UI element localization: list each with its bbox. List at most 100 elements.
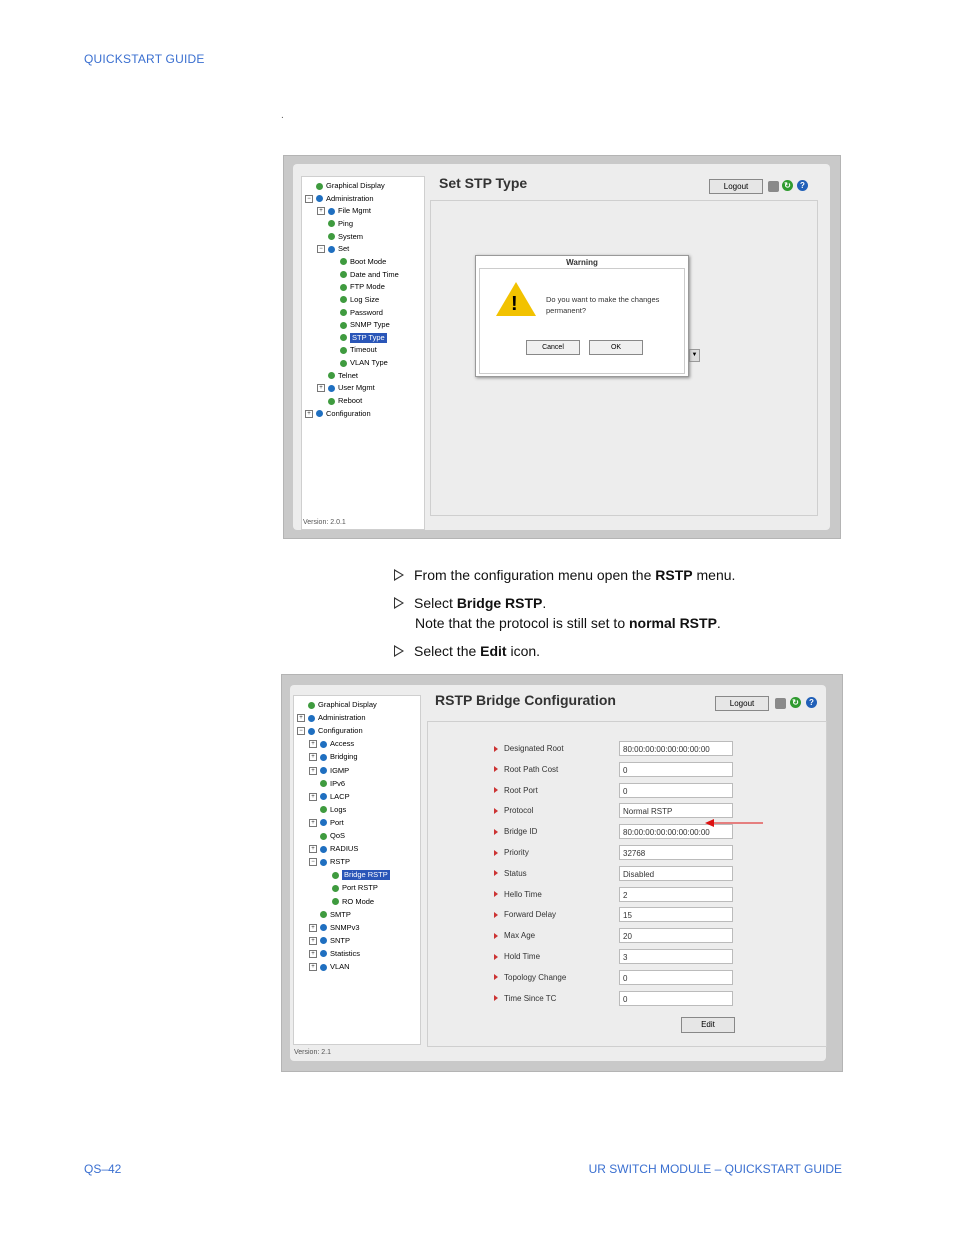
node-icon — [308, 701, 315, 709]
tree-item[interactable]: + Administration — [297, 713, 366, 723]
field-label: Status — [494, 869, 527, 878]
node-icon — [332, 884, 339, 892]
expand-icon[interactable]: + — [309, 766, 317, 775]
bullet-arrow-icon — [494, 932, 498, 939]
help-icon[interactable]: ? — [806, 697, 817, 708]
field-label-text: Hello Time — [504, 889, 542, 899]
tree-item[interactable]: Reboot — [317, 396, 362, 406]
tree-item[interactable]: VLAN Type — [329, 358, 388, 368]
node-icon — [328, 372, 335, 380]
expand-icon[interactable]: + — [309, 949, 317, 958]
refresh-icon[interactable]: ↻ — [782, 180, 793, 191]
tree-item-label: Administration — [318, 713, 366, 723]
field-value: 3 — [619, 949, 733, 964]
tree-item[interactable]: RO Mode — [321, 897, 374, 907]
tree-item[interactable]: Port RSTP — [321, 883, 378, 893]
node-icon — [328, 397, 335, 405]
tree-item[interactable]: FTP Mode — [329, 282, 385, 292]
tree-item[interactable]: − Administration — [305, 194, 374, 204]
field-value: 20 — [619, 928, 733, 944]
tree-item[interactable]: + User Mgmt — [317, 383, 375, 393]
expand-icon[interactable]: + — [309, 963, 317, 971]
node-icon — [320, 753, 327, 761]
tree-item[interactable]: + RADIUS — [309, 844, 358, 854]
node-icon — [320, 858, 327, 866]
step-text: . — [542, 595, 547, 611]
node-icon — [328, 207, 335, 215]
expand-icon[interactable]: + — [297, 714, 305, 723]
tree-item[interactable]: − RSTP — [309, 857, 350, 867]
node-icon — [340, 334, 347, 342]
node-icon — [320, 911, 327, 919]
expand-icon[interactable]: + — [309, 923, 317, 932]
node-icon — [320, 950, 327, 958]
expand-icon[interactable]: + — [309, 792, 317, 801]
tree-item[interactable]: Graphical Display — [297, 700, 377, 710]
dropdown-arrow-icon[interactable]: ▼ — [689, 349, 700, 362]
tree-item[interactable]: STP Type — [329, 332, 387, 343]
tree-item[interactable]: Telnet — [317, 371, 358, 381]
tree-item-label: SNMP Type — [350, 320, 390, 330]
tree-item[interactable]: Bridge RSTP — [321, 870, 390, 881]
tree-item[interactable]: QoS — [309, 831, 345, 841]
collapse-icon[interactable]: − — [309, 858, 317, 867]
tree-item[interactable]: + File Mgmt — [317, 206, 371, 216]
logout-button[interactable]: Logout — [715, 696, 769, 711]
tree-item[interactable]: − Set — [317, 244, 349, 254]
expand-icon[interactable]: + — [309, 845, 317, 854]
expand-icon[interactable]: + — [309, 936, 317, 945]
bullet-arrow-icon — [494, 766, 498, 773]
help-icon[interactable]: ? — [797, 180, 808, 191]
expand-icon[interactable]: + — [309, 740, 317, 749]
tree-item[interactable]: Date and Time — [329, 270, 399, 280]
tree-item[interactable]: + LACP — [309, 792, 350, 802]
collapse-icon[interactable]: − — [317, 245, 325, 254]
field-label: Priority — [494, 848, 529, 857]
tree-item[interactable]: + SNTP — [309, 936, 350, 946]
tree-item[interactable]: + VLAN — [309, 962, 350, 972]
logout-button[interactable]: Logout — [709, 179, 763, 194]
tree-item[interactable]: + Configuration — [305, 409, 371, 419]
tree-item[interactable]: System — [317, 232, 363, 242]
tree-item[interactable]: Ping — [317, 219, 353, 229]
tree-item[interactable]: Boot Mode — [329, 257, 386, 267]
save-icon[interactable] — [775, 698, 786, 709]
field-label-text: Protocol — [504, 806, 534, 816]
ok-button[interactable]: OK — [589, 340, 643, 355]
annotation-arrow-icon — [705, 819, 763, 827]
tree-item[interactable]: Password — [329, 308, 383, 318]
tree-item-label: Set — [338, 244, 350, 254]
tree-item[interactable]: + Bridging — [309, 752, 358, 762]
collapse-icon[interactable]: − — [297, 727, 305, 736]
expand-icon[interactable]: + — [309, 753, 317, 762]
node-icon — [328, 233, 335, 241]
tree-item[interactable]: Graphical Display — [305, 181, 385, 191]
collapse-icon[interactable]: − — [305, 194, 313, 203]
tree-item[interactable]: + Port — [309, 818, 344, 828]
expand-icon[interactable]: + — [305, 409, 313, 418]
edit-button[interactable]: Edit — [681, 1017, 735, 1033]
tree-item[interactable]: + Access — [309, 739, 354, 749]
node-icon — [308, 714, 315, 722]
tree-item[interactable]: Logs — [309, 805, 346, 815]
refresh-icon[interactable]: ↻ — [790, 697, 801, 708]
cancel-button[interactable]: Cancel — [526, 340, 580, 355]
tree-item[interactable]: SMTP — [309, 910, 351, 920]
save-icon[interactable] — [768, 181, 779, 192]
field-label: Topology Change — [494, 973, 566, 982]
footer-page-number: QS–42 — [84, 1162, 122, 1176]
bullet-arrow-icon — [494, 828, 498, 835]
tree-item[interactable]: Timeout — [329, 345, 377, 355]
note-text: Note that the protocol is still set to — [415, 615, 629, 631]
step-keyword: Edit — [480, 643, 507, 659]
expand-icon[interactable]: + — [317, 207, 325, 216]
tree-item[interactable]: + Statistics — [309, 949, 360, 959]
tree-item[interactable]: Log Size — [329, 295, 379, 305]
tree-item[interactable]: IPv6 — [309, 779, 345, 789]
tree-item[interactable]: SNMP Type — [329, 320, 390, 330]
expand-icon[interactable]: + — [317, 384, 325, 393]
expand-icon[interactable]: + — [309, 818, 317, 827]
tree-item[interactable]: + IGMP — [309, 766, 349, 776]
tree-item[interactable]: + SNMPv3 — [309, 923, 360, 933]
tree-item[interactable]: − Configuration — [297, 726, 363, 736]
